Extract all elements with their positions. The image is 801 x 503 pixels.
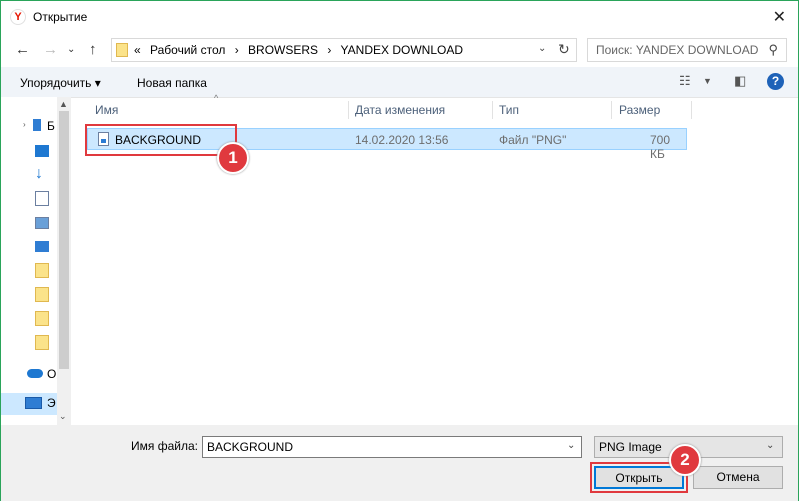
folder-icon[interactable]: [35, 311, 49, 326]
recent-locations-chevron-icon[interactable]: ⌄: [67, 44, 75, 55]
up-arrow-icon[interactable]: ↑: [89, 41, 97, 58]
scroll-down-icon[interactable]: ⌄: [59, 411, 67, 422]
navigation-bar: ← → ⌄ ↑ « Рабочий стол › BROWSERS › YAND…: [1, 33, 798, 67]
view-options-icon[interactable]: ☷: [679, 73, 691, 89]
back-arrow-icon[interactable]: ←: [15, 41, 30, 58]
folder-icon[interactable]: [35, 287, 49, 302]
column-separator[interactable]: [691, 101, 692, 119]
step-badge-2: 2: [669, 444, 701, 476]
documents-icon[interactable]: [35, 191, 49, 206]
address-bar[interactable]: « Рабочий стол › BROWSERS › YANDEX DOWNL…: [111, 38, 577, 62]
step-badge-1: 1: [217, 142, 249, 174]
title-bar: Y Открытие ✕: [1, 1, 798, 33]
file-size: 700 КБ: [650, 133, 671, 161]
column-separator[interactable]: [611, 101, 612, 119]
quick-access-icon: [33, 119, 41, 131]
breadcrumb-browsers[interactable]: BROWSERS: [248, 43, 318, 57]
preview-pane-icon[interactable]: ◧: [734, 73, 746, 89]
folder-icon[interactable]: [35, 335, 49, 350]
chevron-down-icon[interactable]: ⌄: [766, 440, 774, 451]
scrollbar-thumb[interactable]: [59, 111, 69, 369]
column-header-name[interactable]: Имя: [95, 97, 118, 123]
nav-item-label[interactable]: Б: [47, 119, 55, 133]
chevron-down-icon[interactable]: ▼: [703, 76, 712, 86]
command-toolbar: Упорядочить ▾ Новая папка ☷ ▼ ◧ ?: [1, 67, 798, 98]
breadcrumb-separator[interactable]: ›: [327, 43, 331, 57]
folder-icon: [116, 43, 128, 57]
expand-chevron-icon[interactable]: ›: [23, 120, 26, 129]
column-separator[interactable]: [348, 101, 349, 119]
file-date: 14.02.2020 13:56: [355, 133, 449, 147]
column-header-date[interactable]: Дата изменения: [355, 97, 445, 123]
column-header-type[interactable]: Тип: [499, 97, 519, 123]
folder-icon[interactable]: [35, 263, 49, 278]
organize-button[interactable]: Упорядочить ▾: [20, 76, 101, 90]
column-separator[interactable]: [492, 101, 493, 119]
window-title: Открытие: [33, 10, 88, 24]
search-icon: ⚲: [768, 42, 778, 57]
scroll-up-icon[interactable]: ▲: [59, 99, 68, 109]
breadcrumb-desktop[interactable]: Рабочий стол: [150, 43, 225, 57]
sort-arrow-icon: ^: [214, 93, 219, 103]
breadcrumb-yandex-download[interactable]: YANDEX DOWNLOAD: [341, 43, 463, 57]
nav-item-label[interactable]: О: [47, 367, 56, 381]
filename-input[interactable]: BACKGROUND: [202, 436, 582, 458]
close-icon[interactable]: ✕: [773, 7, 786, 27]
new-folder-button[interactable]: Новая папка: [137, 76, 207, 90]
onedrive-icon: [27, 369, 43, 378]
pictures-icon[interactable]: [35, 217, 49, 229]
refresh-icon[interactable]: ↻: [558, 41, 570, 58]
file-type: Файл "PNG": [499, 133, 567, 147]
help-icon[interactable]: ?: [767, 73, 784, 90]
forward-arrow-icon[interactable]: →: [43, 41, 58, 58]
filename-label: Имя файла:: [131, 439, 198, 453]
callout-frame-file: [85, 124, 237, 156]
chevron-down-icon[interactable]: ⌄: [538, 43, 546, 54]
breadcrumb-separator[interactable]: ›: [235, 43, 239, 57]
cancel-button[interactable]: Отмена: [693, 466, 783, 489]
computer-icon: [25, 397, 42, 409]
breadcrumb-overflow[interactable]: «: [134, 43, 141, 57]
search-input[interactable]: Поиск: YANDEX DOWNLOAD: [596, 43, 758, 57]
this-pc-icon[interactable]: [35, 241, 49, 252]
breadcrumb: « Рабочий стол › BROWSERS › YANDEX DOWNL…: [134, 43, 469, 57]
search-box[interactable]: Поиск: YANDEX DOWNLOAD ⚲: [587, 38, 787, 62]
nav-scrollbar[interactable]: ▲ ⌄: [57, 97, 71, 425]
column-header-size[interactable]: Размер: [619, 97, 660, 123]
desktop-icon[interactable]: [35, 145, 49, 157]
yandex-browser-icon: Y: [10, 9, 26, 25]
chevron-down-icon[interactable]: ⌄: [567, 440, 575, 451]
open-dialog: Y Открытие ✕ ← → ⌄ ↑ « Рабочий стол › BR…: [0, 0, 799, 501]
downloads-icon[interactable]: ↓: [35, 166, 49, 182]
nav-item-label[interactable]: Э: [47, 396, 56, 410]
